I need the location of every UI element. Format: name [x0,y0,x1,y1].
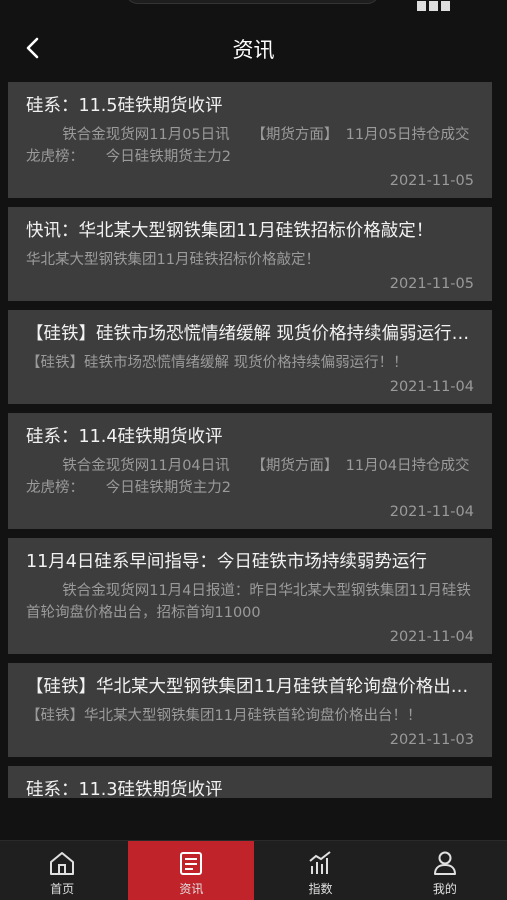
news-summary: 铁合金现货网11月4日报道：昨日华北某大型钢铁集团11月硅铁首轮询盘价格出台，招… [26,583,471,621]
tab-label: 我的 [432,882,457,896]
news-card[interactable]: 硅系：11.5硅铁期货收评 铁合金现货网11月05日讯 【期货方面】 11月05… [8,82,492,198]
news-title: 【硅铁】华北某大型钢铁集团11月硅铁首轮询盘价格出台！！ [26,677,474,697]
tab-label: 首页 [50,882,75,896]
news-card[interactable]: 【硅铁】硅铁市场恐慌情绪缓解 现货价格持续偏弱运行！！ 【硅铁】硅铁市场恐慌情绪… [8,310,492,404]
news-icon [180,852,203,875]
header: 资讯 [0,14,507,80]
tab-home[interactable]: 首页 [0,841,124,900]
news-card[interactable]: 硅系：11.3硅铁期货收评 [8,766,492,800]
news-date: 2021-11-04 [389,629,474,645]
news-card[interactable]: 11月4日硅系早间指导：今日硅铁市场持续弱势运行 铁合金现货网11月4日报道：昨… [8,538,492,654]
news-summary: 铁合金现货网11月04日讯 【期货方面】 11月04日持仓成交龙虎榜： 今日硅铁… [26,458,470,496]
status-bar [0,0,507,14]
news-card[interactable]: 硅系：11.4硅铁期货收评 铁合金现货网11月04日讯 【期货方面】 11月04… [8,413,492,529]
news-date: 2021-11-05 [389,276,474,292]
news-date: 2021-11-04 [389,504,474,520]
home-icon [50,852,75,875]
news-date: 2021-11-05 [389,173,474,189]
page-title: 资讯 [232,38,275,62]
news-summary: 【硅铁】华北某大型钢铁集团11月硅铁首轮询盘价格出台！！ [26,708,422,724]
news-list[interactable]: 硅系：11.5硅铁期货收评 铁合金现货网11月05日讯 【期货方面】 11月05… [8,82,492,840]
news-card[interactable]: 快讯：华北某大型钢铁集团11月硅铁招标价格敲定！ 华北某大型钢铁集团11月硅铁招… [8,207,492,301]
news-date: 2021-11-04 [389,379,474,395]
signal-icon [417,0,477,11]
profile-icon [433,851,456,875]
tab-label: 资讯 [179,882,204,896]
tab-news[interactable]: 资讯 [128,841,255,900]
tab-index[interactable]: 指数 [258,841,382,900]
news-date: 2021-11-03 [389,732,474,748]
tab-label: 指数 [308,882,333,896]
news-title: 硅系：11.3硅铁期货收评 [26,780,223,800]
news-title: 11月4日硅系早间指导：今日硅铁市场持续弱势运行 [26,552,427,572]
tab-profile[interactable]: 我的 [383,841,507,900]
news-summary: 华北某大型钢铁集团11月硅铁招标价格敲定！ [26,252,320,268]
news-title: 硅系：11.5硅铁期货收评 [26,96,223,116]
chart-icon [309,851,332,874]
news-card[interactable]: 【硅铁】华北某大型钢铁集团11月硅铁首轮询盘价格出台！！ 【硅铁】华北某大型钢铁… [8,663,492,757]
dynamic-island [125,0,380,4]
news-title: 硅系：11.4硅铁期货收评 [26,427,223,447]
bottom-tab-bar: 首页 资讯 指数 我的 [0,840,507,900]
news-summary: 【硅铁】硅铁市场恐慌情绪缓解 现货价格持续偏弱运行！！ [26,355,408,371]
news-title: 【硅铁】硅铁市场恐慌情绪缓解 现货价格持续偏弱运行！！ [26,324,474,344]
news-title: 快讯：华北某大型钢铁集团11月硅铁招标价格敲定！ [26,221,434,241]
news-summary: 铁合金现货网11月05日讯 【期货方面】 11月05日持仓成交龙虎榜： 今日硅铁… [26,127,470,165]
